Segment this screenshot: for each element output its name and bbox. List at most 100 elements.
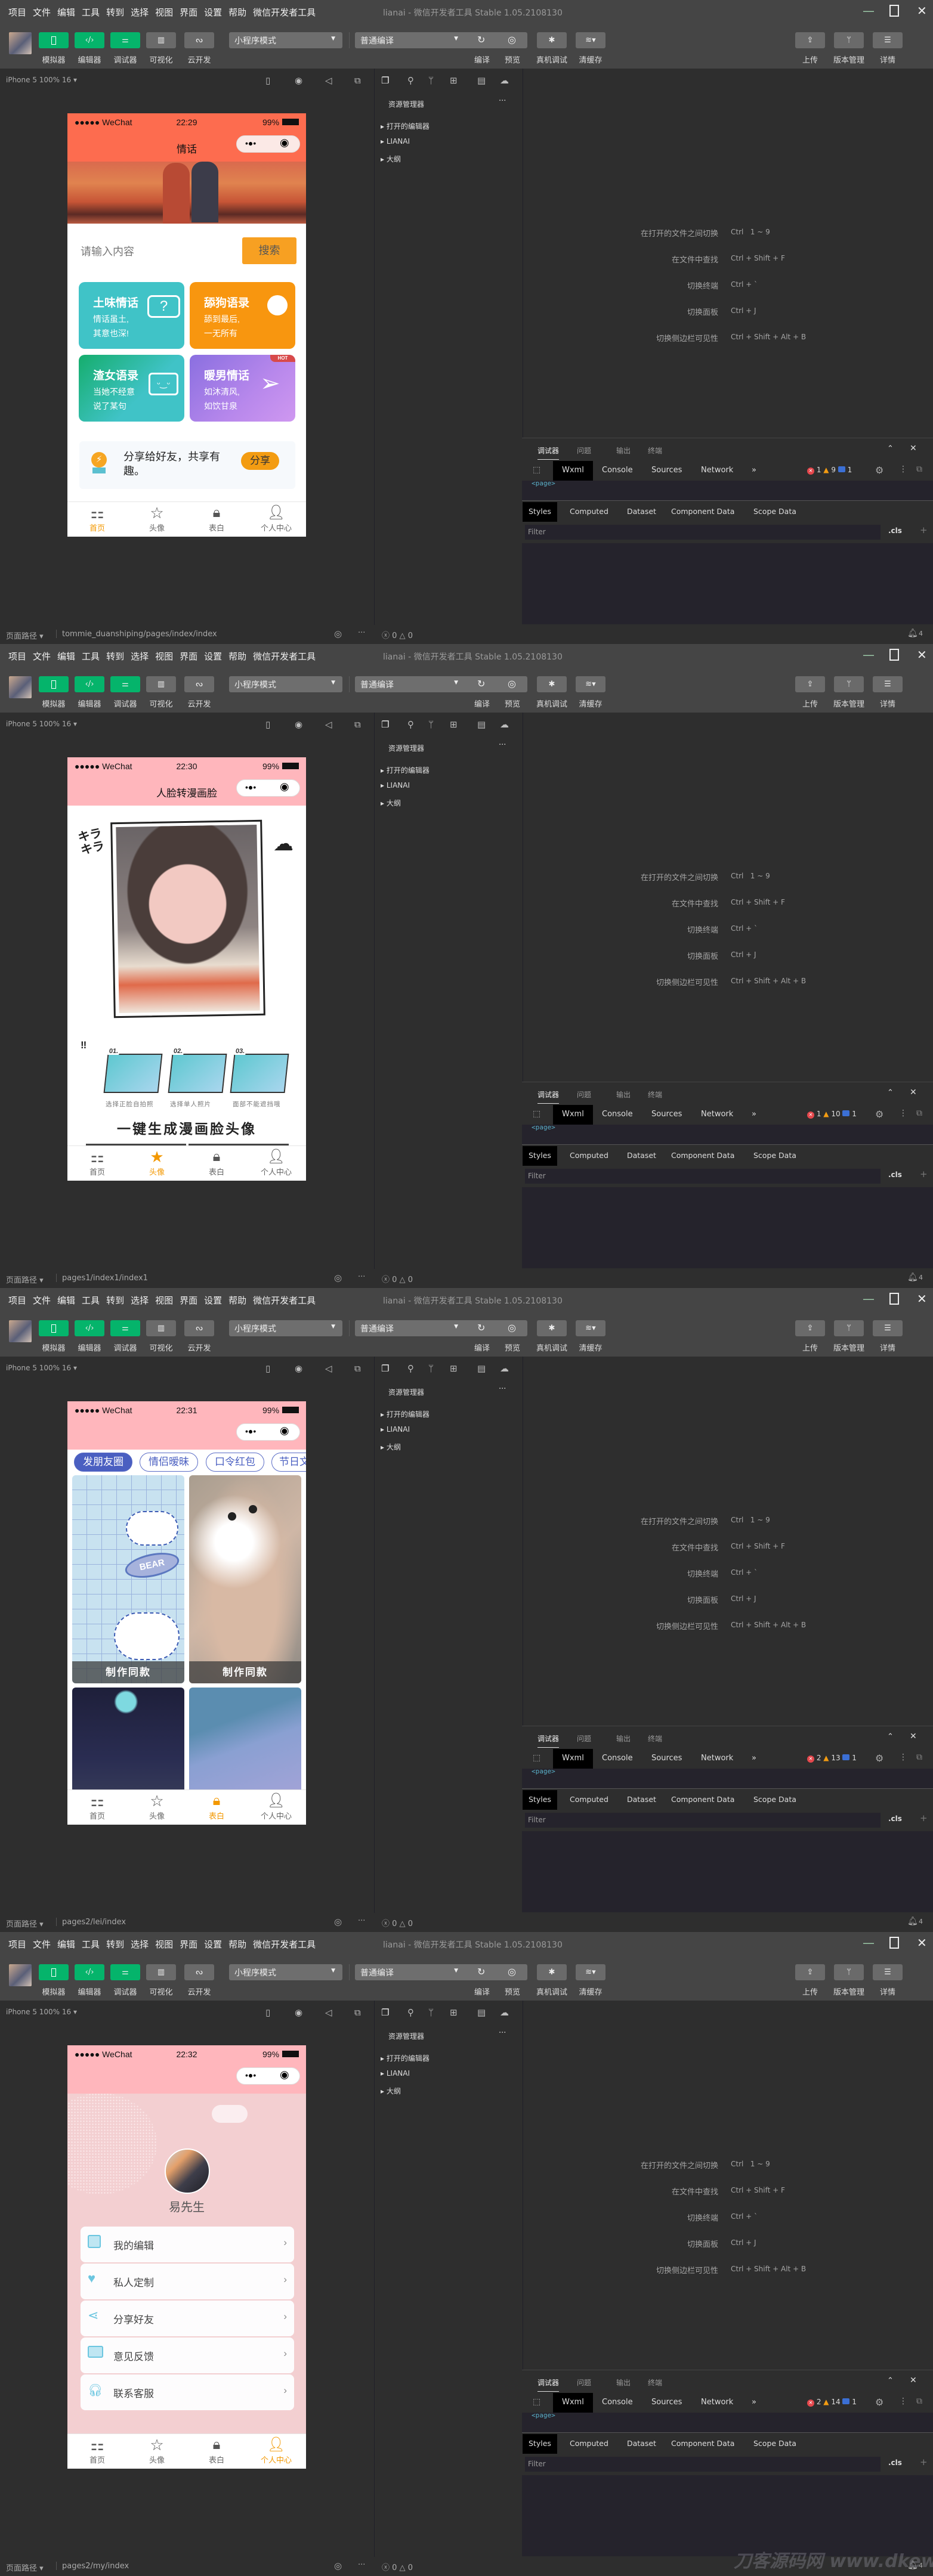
- details-button[interactable]: ☰: [873, 1320, 903, 1336]
- mode-select[interactable]: 小程序模式 ▼: [229, 676, 342, 692]
- detach-icon[interactable]: ⧉: [354, 2007, 361, 2018]
- category-tab-redpacket[interactable]: 口令红包: [206, 1453, 264, 1472]
- inspect-icon[interactable]: ⬚: [533, 1109, 540, 1119]
- debugger-button[interactable]: ⚌: [110, 1320, 140, 1336]
- device-select[interactable]: iPhone 5 100% 16 ▾: [6, 1364, 77, 1372]
- close-target-icon[interactable]: ◉: [280, 781, 289, 793]
- page-node[interactable]: <page>: [532, 479, 555, 487]
- extensions-icon[interactable]: ⊞: [450, 719, 458, 730]
- menu-settings[interactable]: 设置: [204, 1938, 222, 1950]
- more-dots-icon[interactable]: •●•: [245, 2070, 256, 2080]
- card-nuannan[interactable]: 暖男情话 如沐清风, 如饮甘泉 HOT ➢: [190, 355, 295, 422]
- tab-output[interactable]: 输出: [616, 1733, 631, 1744]
- tab-avatar[interactable]: ☆ 头像: [127, 504, 187, 533]
- eye-icon[interactable]: ◎: [334, 1916, 342, 1927]
- compile-select[interactable]: 普通编译 ▼ ↻ ◎: [355, 1320, 527, 1336]
- dock-icon[interactable]: ⧉: [916, 1753, 922, 1762]
- category-tab-couple[interactable]: 情侣暧昧: [140, 1453, 198, 1472]
- search-icon[interactable]: ⚲: [407, 1363, 414, 1374]
- mode-select[interactable]: 小程序模式 ▼: [229, 1964, 342, 1980]
- tab-computed[interactable]: Computed: [564, 502, 614, 522]
- page-path[interactable]: pages2/my/index: [62, 2562, 129, 2571]
- device-select[interactable]: iPhone 5 100% 16 ▾: [6, 720, 77, 728]
- tab-output[interactable]: 输出: [616, 2377, 631, 2388]
- details-button[interactable]: ☰: [873, 676, 903, 692]
- upload-button[interactable]: ⇪: [795, 676, 825, 692]
- menu-file[interactable]: 文件: [33, 1938, 51, 1950]
- kebab-icon[interactable]: ⋮: [899, 2397, 907, 2406]
- eye-icon[interactable]: ◎: [334, 1272, 342, 1283]
- card-zhanv[interactable]: 渣女语录 当她不经意 说了某句 ᵕ‿ᵕ: [79, 355, 184, 422]
- git-icon[interactable]: ᛘ: [428, 719, 434, 730]
- tab-terminal[interactable]: 终端: [648, 445, 662, 456]
- gear-icon[interactable]: ⚙: [875, 1753, 883, 1764]
- record-icon[interactable]: ◉: [295, 1363, 302, 1374]
- visual-button[interactable]: ▥: [146, 32, 176, 48]
- editor-button[interactable]: ‹/›: [75, 676, 104, 692]
- device-icon[interactable]: ▯: [265, 719, 270, 730]
- extensions-icon[interactable]: ⊞: [450, 75, 458, 86]
- explorer-more-button[interactable]: ···: [499, 2029, 506, 2038]
- tab-styles[interactable]: Styles: [523, 502, 557, 522]
- console-badges[interactable]: ✕ 1 ▲ 9 1: [807, 466, 852, 475]
- clear-cache-button[interactable]: ≋▾: [576, 1964, 605, 1980]
- detach-icon[interactable]: ⧉: [354, 75, 361, 86]
- explorer-more-button[interactable]: ···: [499, 97, 506, 106]
- more-icon[interactable]: ···: [358, 628, 365, 637]
- tree-outline[interactable]: ▸ 大纲: [381, 1442, 401, 1452]
- upload-button[interactable]: ⇪: [795, 1320, 825, 1336]
- tree-open-editors[interactable]: ▸ 打开的编辑器: [381, 1409, 430, 1419]
- cloud-button[interactable]: ᔓ: [184, 676, 214, 692]
- maximize-icon[interactable]: [889, 5, 899, 17]
- menu-settings[interactable]: 设置: [204, 1294, 222, 1306]
- close-panel-icon[interactable]: ✕: [910, 2376, 917, 2385]
- menu-project[interactable]: 项目: [8, 6, 26, 18]
- tree-outline[interactable]: ▸ 大纲: [381, 154, 401, 164]
- volume-icon[interactable]: ◁: [325, 75, 332, 86]
- tab-home[interactable]: ⚏ 首页: [67, 2436, 127, 2465]
- page-path-label[interactable]: 页面路径 ▾: [6, 2562, 44, 2573]
- page-node[interactable]: <page>: [532, 2411, 555, 2419]
- inspect-icon[interactable]: ⬚: [533, 465, 540, 475]
- volume-icon[interactable]: ◁: [325, 1363, 332, 1374]
- gear-icon[interactable]: ⚙: [875, 2397, 883, 2408]
- debugger-button[interactable]: ⚌: [110, 676, 140, 692]
- tab-wxml[interactable]: Wxml: [553, 461, 593, 481]
- simulator-button[interactable]: [39, 1320, 69, 1336]
- bell-icon[interactable]: 🔔︎: [907, 1272, 918, 1282]
- close-icon[interactable]: ✕: [917, 1292, 927, 1306]
- files-icon[interactable]: ❐: [381, 75, 389, 86]
- template-card[interactable]: [189, 1688, 301, 1807]
- clear-cache-button[interactable]: ≋▾: [576, 676, 605, 692]
- problems-indicator[interactable]: ⓧ 0 △ 0: [382, 2561, 413, 2572]
- split-icon[interactable]: ▤: [477, 719, 486, 730]
- tab-component-data[interactable]: Component Data: [665, 1790, 740, 1810]
- menu-select[interactable]: 选择: [131, 650, 149, 662]
- cloud-button[interactable]: ᔓ: [184, 1320, 214, 1336]
- dock-icon[interactable]: ⧉: [916, 1109, 922, 1118]
- device-select[interactable]: iPhone 5 100% 16 ▾: [6, 76, 77, 84]
- menu-help[interactable]: 帮助: [228, 1294, 246, 1306]
- close-target-icon[interactable]: ◉: [280, 137, 289, 149]
- template-card[interactable]: 制作同款: [189, 1475, 301, 1683]
- page-node[interactable]: <page>: [532, 1123, 555, 1131]
- record-icon[interactable]: ◉: [295, 719, 302, 730]
- menu-goto[interactable]: 转到: [106, 1294, 124, 1306]
- tree-project[interactable]: ▸ LIANAI: [381, 2069, 410, 2077]
- mode-select[interactable]: 小程序模式 ▼: [229, 32, 342, 48]
- tab-output[interactable]: 输出: [616, 1089, 631, 1100]
- tab-sources[interactable]: Sources: [645, 2393, 688, 2413]
- tab-dataset[interactable]: Dataset: [621, 1146, 662, 1166]
- tab-styles[interactable]: Styles: [523, 1146, 557, 1166]
- explorer-more-button[interactable]: ···: [499, 741, 506, 750]
- page-path-label[interactable]: 页面路径 ▾: [6, 1918, 44, 1929]
- tab-console[interactable]: Console: [596, 1749, 639, 1769]
- visual-button[interactable]: ▥: [146, 1964, 176, 1980]
- menu-goto[interactable]: 转到: [106, 1938, 124, 1950]
- tab-dataset[interactable]: Dataset: [621, 2434, 662, 2454]
- git-icon[interactable]: ᛘ: [428, 1363, 434, 1374]
- minimize-icon[interactable]: —: [863, 4, 875, 18]
- search-button[interactable]: 搜索: [242, 237, 296, 264]
- dock-icon[interactable]: ⧉: [916, 2397, 922, 2406]
- debugger-button[interactable]: ⚌: [110, 1964, 140, 1980]
